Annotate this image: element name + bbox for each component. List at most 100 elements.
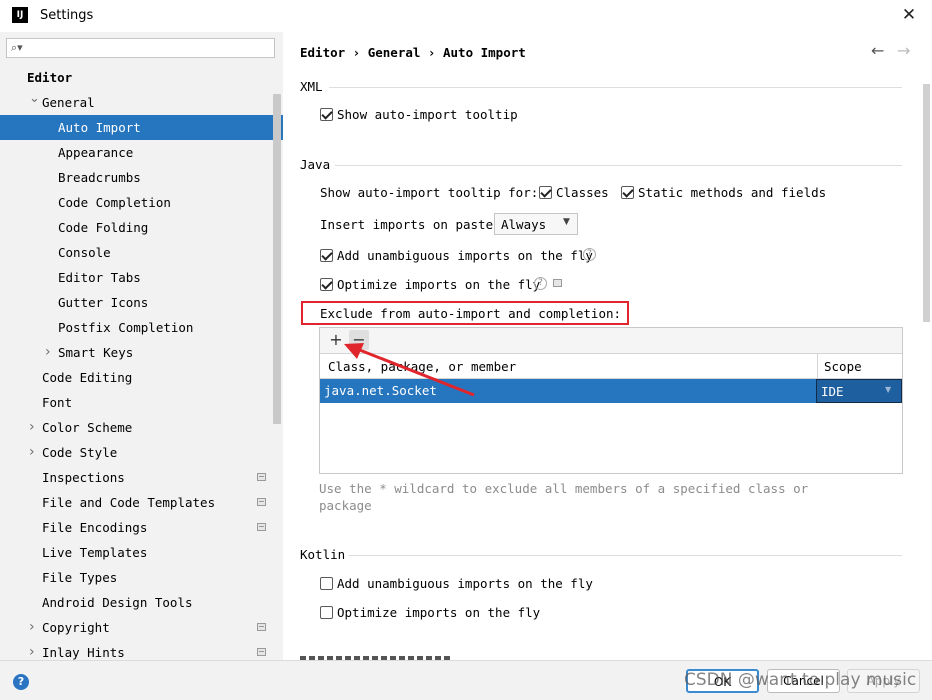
sidebar-item-label: Font [42,395,73,410]
sidebar-item-label: File and Code Templates [42,495,216,510]
sidebar-item-general[interactable]: ⌄ General [0,90,283,115]
project-scope-icon [257,623,266,631]
sidebar-item-inlay-hints[interactable]: › Inlay Hints [0,640,283,660]
sidebar-item-code-completion[interactable]: Code Completion [0,190,283,215]
chevron-right-icon[interactable]: › [45,340,51,365]
sidebar-item-label: Console [58,245,111,260]
help-button[interactable]: ? [13,674,29,690]
kotlin-unambiguous-label: Add unambiguous imports on the fly [337,576,593,591]
kotlin-unambiguous-checkbox[interactable] [320,577,333,590]
sidebar-item-color-scheme[interactable]: › Color Scheme [0,415,283,440]
sidebar-item-live-templates[interactable]: Live Templates [0,540,283,565]
sidebar-item-label: File Types [42,570,118,585]
sidebar-item-file-encodings[interactable]: File Encodings [0,515,283,540]
java-unambiguous-checkbox[interactable] [320,249,333,262]
sidebar-item-font[interactable]: Font [0,390,283,415]
settings-search-input[interactable]: ⌕▾ [6,38,275,58]
insert-paste-value: Always [501,217,547,232]
exclude-label: Exclude from auto-import and completion: [320,306,622,321]
sidebar-item-label: Color Scheme [42,420,133,435]
section-title-xml: XML [300,79,323,94]
help-icon[interactable]: ? [534,277,547,290]
sidebar-item-editor-tabs[interactable]: Editor Tabs [0,265,283,290]
column-header-scope[interactable]: Scope [824,359,862,374]
section-divider [349,555,902,556]
forward-arrow-icon[interactable]: → [897,41,910,60]
sidebar-item-label: Live Templates [42,545,148,560]
chevron-down-icon[interactable]: ⌄ [29,86,40,111]
back-arrow-icon[interactable]: ← [871,41,884,60]
sidebar-item-code-editing[interactable]: Code Editing [0,365,283,390]
sidebar-item-code-folding[interactable]: Code Folding [0,215,283,240]
row-scope-value: IDE [821,384,844,399]
breadcrumb: Editor › General › Auto Import [300,45,526,60]
project-scope-icon [257,473,266,481]
java-optimize-checkbox[interactable] [320,278,333,291]
sidebar-item-label: Copyright [42,620,110,635]
sidebar-item-label: Code Editing [42,370,133,385]
static-methods-checkbox[interactable] [621,186,634,199]
sidebar-item-auto-import[interactable]: Auto Import [0,115,283,140]
xml-show-tooltip-label: Show auto-import tooltip [337,107,518,122]
chevron-right-icon[interactable]: › [29,615,35,640]
section-title-java: Java [300,157,331,172]
title-bar: IJ Settings ✕ [0,0,932,32]
column-divider [817,354,818,378]
sidebar-item-breadcrumbs[interactable]: Breadcrumbs [0,165,283,190]
section-divider [329,87,902,88]
sidebar-item-file-and-code-templates[interactable]: File and Code Templates [0,490,283,515]
sidebar-item-label: General [42,95,95,110]
sidebar-item-label: Postfix Completion [58,320,194,335]
sidebar-item-label: Editor Tabs [58,270,141,285]
sidebar-item-label: Code Style [42,445,118,460]
chevron-down-icon: ▼ [885,385,892,394]
insert-paste-select[interactable]: Always ▼ [494,213,578,235]
sidebar-item-console[interactable]: Console [0,240,283,265]
java-optimize-label: Optimize imports on the fly [337,277,541,292]
classes-checkbox[interactable] [539,186,552,199]
row-scope-select[interactable]: IDE ▼ [816,379,902,403]
sidebar-item-label: Inspections [42,470,125,485]
sidebar-item-label: Auto Import [58,120,141,135]
sidebar-scrollbar[interactable] [273,94,281,424]
sidebar-item-editor[interactable]: Editor [0,65,283,90]
help-icon[interactable]: ? [583,248,596,261]
project-scope-icon [257,648,266,656]
sidebar-item-code-style[interactable]: › Code Style [0,440,283,465]
sidebar-item-inspections[interactable]: Inspections [0,465,283,490]
project-scope-icon [257,498,266,506]
chevron-right-icon[interactable]: › [29,640,35,660]
java-unambiguous-label: Add unambiguous imports on the fly [337,248,593,263]
close-icon[interactable]: ✕ [898,4,920,26]
classes-label: Classes [556,185,609,200]
sidebar-item-android-design-tools[interactable]: Android Design Tools [0,590,283,615]
wildcard-hint: Use the * wildcard to exclude all member… [319,481,809,513]
sidebar-item-label: Appearance [58,145,134,160]
sidebar-item-postfix-completion[interactable]: Postfix Completion [0,315,283,340]
sidebar-item-gutter-icons[interactable]: Gutter Icons [0,290,283,315]
project-scope-icon [553,279,562,287]
sidebar-item-label: Breadcrumbs [58,170,141,185]
chevron-down-icon: ▼ [563,217,570,227]
sidebar-item-label: Gutter Icons [58,295,149,310]
sidebar-item-copyright[interactable]: › Copyright [0,615,283,640]
chevron-right-icon[interactable]: › [29,415,35,440]
sidebar-item-label: Android Design Tools [42,595,193,610]
kotlin-optimize-label: Optimize imports on the fly [337,605,541,620]
watermark: CSDN @want to play music [684,670,917,690]
tooltip-for-label: Show auto-import tooltip for: [320,185,539,200]
kotlin-optimize-checkbox[interactable] [320,606,333,619]
sidebar-item-file-types[interactable]: File Types [0,565,283,590]
sidebar-item-smart-keys[interactable]: › Smart Keys [0,340,283,365]
annotation-arrow-icon [344,343,475,397]
chevron-right-icon[interactable]: › [29,440,35,465]
project-scope-icon [257,523,266,531]
static-methods-label: Static methods and fields [638,185,827,200]
sidebar-item-appearance[interactable]: Appearance [0,140,283,165]
section-title-kotlin: Kotlin [300,547,346,562]
xml-show-tooltip-checkbox[interactable] [320,108,333,121]
section-divider [335,165,902,166]
window-title: Settings [40,8,94,23]
content-scrollbar[interactable] [923,84,930,322]
insert-paste-label: Insert imports on paste: [320,217,501,232]
